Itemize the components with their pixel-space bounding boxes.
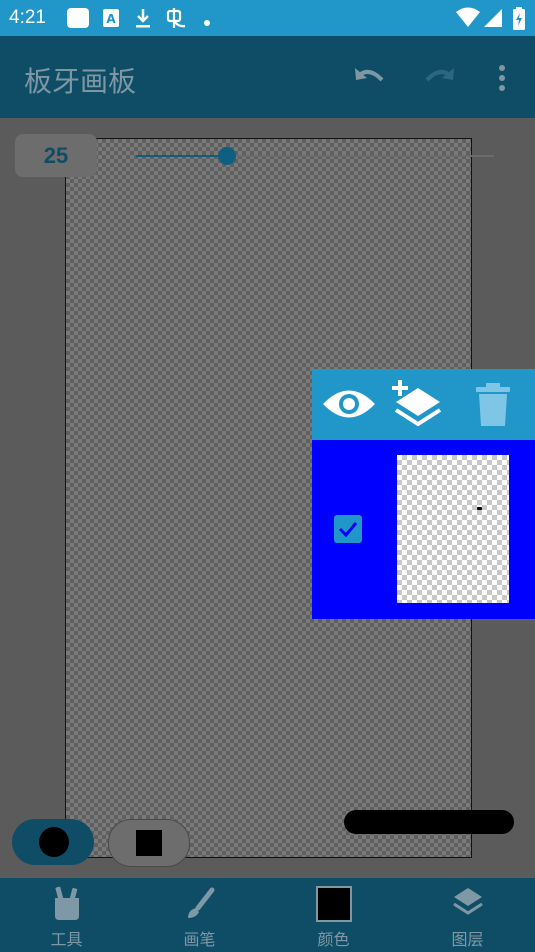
layer-visibility-checkbox[interactable] bbox=[334, 515, 362, 543]
eye-icon[interactable] bbox=[321, 383, 377, 430]
wifi-icon bbox=[455, 7, 481, 34]
bug-icon bbox=[164, 7, 188, 34]
more-vert-icon[interactable] bbox=[496, 64, 508, 97]
notification-square-icon bbox=[66, 7, 90, 34]
download-icon bbox=[134, 7, 152, 34]
brush-size-slider[interactable] bbox=[136, 147, 494, 165]
stroke-mode-toggle[interactable] bbox=[108, 819, 190, 867]
nav-item-layers[interactable]: 图层 bbox=[401, 878, 534, 952]
battery-icon bbox=[512, 7, 526, 36]
nav-item-color[interactable]: 颜色 bbox=[267, 878, 400, 952]
undo-icon[interactable] bbox=[352, 62, 386, 97]
nav-label-tools: 工具 bbox=[50, 932, 83, 949]
layer-row[interactable] bbox=[312, 440, 535, 619]
svg-text:A: A bbox=[106, 12, 116, 26]
app-bar: 板牙画板 bbox=[0, 36, 535, 118]
nav-item-brush[interactable]: 画笔 bbox=[133, 878, 266, 952]
nav-item-tools[interactable]: 工具 bbox=[0, 878, 133, 952]
slider-fill bbox=[136, 155, 227, 157]
brush-size-badge: 25 bbox=[15, 134, 97, 177]
nav-label-layers: 图层 bbox=[451, 932, 484, 949]
dot-icon bbox=[203, 14, 211, 32]
redo-icon[interactable] bbox=[423, 62, 457, 97]
add-layer-icon[interactable] bbox=[390, 378, 444, 433]
layer-thumbnail-stroke bbox=[477, 507, 482, 510]
bottom-nav: 工具 画笔 颜色 图层 bbox=[0, 878, 535, 952]
brush-icon bbox=[184, 886, 216, 927]
layer-panel bbox=[312, 369, 535, 619]
nav-label-brush: 画笔 bbox=[183, 932, 216, 949]
tools-icon bbox=[52, 886, 82, 927]
color-preview-bar bbox=[344, 810, 514, 834]
slider-thumb[interactable] bbox=[218, 147, 236, 165]
signal-icon bbox=[483, 7, 503, 34]
fill-mode-toggle[interactable] bbox=[12, 819, 94, 865]
app-title: 板牙画板 bbox=[24, 66, 137, 97]
nav-label-color: 颜色 bbox=[317, 932, 350, 949]
layers-icon bbox=[452, 886, 484, 925]
color-swatch-icon bbox=[315, 886, 352, 927]
status-bar: 4:21 A bbox=[0, 0, 535, 36]
layer-panel-toolbar bbox=[312, 369, 535, 440]
layer-thumbnail[interactable] bbox=[397, 455, 509, 603]
status-time: 4:21 bbox=[9, 7, 46, 28]
filled-circle-icon bbox=[39, 827, 69, 857]
font-a-icon: A bbox=[102, 7, 120, 34]
trash-icon[interactable] bbox=[473, 382, 513, 433]
filled-square-icon bbox=[136, 830, 162, 856]
